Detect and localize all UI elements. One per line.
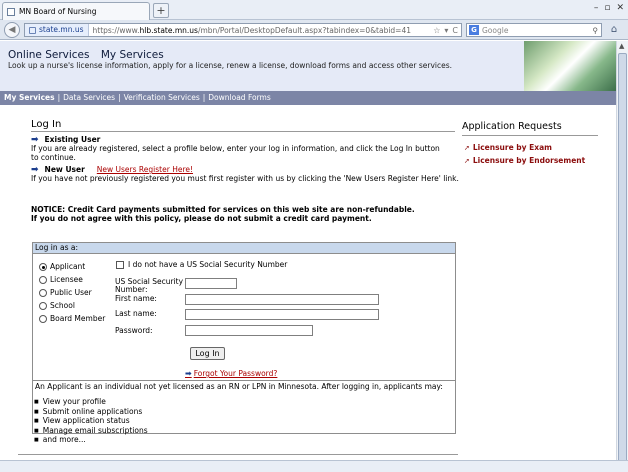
existing-user-text: If you are already registered, select a … (31, 144, 440, 162)
menu-item-my-services[interactable]: My Services (4, 93, 55, 102)
header-tagline: Look up a nurse's license information, a… (8, 61, 453, 70)
link-text: Licensure by Endorsement (472, 156, 586, 165)
globe-icon (29, 26, 36, 34)
browser-tab[interactable]: MN Board of Nursing (2, 2, 150, 20)
menu-item-verification-services[interactable]: Verification Services (124, 93, 200, 102)
vertical-scrollbar[interactable]: ▲ (616, 41, 628, 463)
scrollbar-thumb[interactable] (618, 53, 627, 463)
tab-title: MN Board of Nursing (19, 7, 97, 16)
profile-radio-school[interactable]: School (39, 301, 75, 310)
licensure-by-endorsement-link[interactable]: ➚ Licensure by Endorsement (464, 156, 585, 165)
arrow-right-icon: ➚ (464, 143, 470, 152)
url-host: hlb.state.mn.us (139, 25, 198, 35)
application-requests-title: Application Requests (462, 121, 562, 132)
last-name-field[interactable] (185, 309, 379, 320)
google-logo-icon: G (469, 25, 479, 35)
header-services: Online Services My Services (8, 49, 172, 61)
home-icon[interactable]: ⌂ (607, 23, 621, 37)
password-label: Password: (115, 326, 153, 335)
link-text: Licensure by Exam (472, 143, 553, 152)
login-divider (31, 131, 455, 132)
no-ssn-checkbox[interactable]: I do not have a US Social Security Numbe… (116, 260, 287, 269)
radio-icon (39, 275, 47, 284)
notice-line-1: NOTICE: Credit Card payments submitted f… (31, 205, 415, 214)
sidebar-divider (462, 135, 598, 136)
profile-radio-board-member[interactable]: Board Member (39, 314, 105, 323)
search-input[interactable]: G Google ⚲ (466, 23, 602, 37)
browser-titlebar: MN Board of Nursing + – ▫ ✕ (0, 0, 628, 20)
my-services-title: My Services (100, 49, 164, 61)
site-identity-badge[interactable]: state.mn.us (25, 24, 89, 36)
profile-radio-public-user[interactable]: Public User (39, 288, 92, 297)
last-name-label: Last name: (115, 309, 157, 318)
services-menu: My Services | Data Services | Verification S… (0, 91, 616, 105)
menu-separator: | (118, 93, 121, 102)
ssn-field[interactable] (185, 278, 237, 289)
first-name-label: First name: (115, 294, 157, 303)
login-button[interactable]: Log In (190, 347, 225, 360)
radio-label: Licensee (50, 275, 83, 284)
page-favicon-icon (7, 7, 15, 16)
new-user-text: If you have not previously registered yo… (31, 174, 459, 183)
status-bar (0, 460, 628, 472)
applicant-bullet-list: View your profile Submit online applicat… (34, 398, 148, 446)
window-controls: – ▫ ✕ (594, 3, 624, 13)
radio-icon (39, 301, 47, 310)
password-field[interactable] (185, 325, 313, 336)
forgot-password-link[interactable]: ➡ Forgot Your Password? (185, 369, 277, 378)
radio-icon (39, 314, 47, 323)
radio-label: School (50, 301, 75, 310)
scroll-up-icon[interactable]: ▲ (619, 42, 624, 50)
radio-icon (39, 288, 47, 297)
radio-selected-icon (39, 262, 47, 271)
notice-line-2: If you do not agree with this policy, pl… (31, 214, 372, 223)
arrow-right-icon: ➚ (464, 156, 470, 165)
back-button[interactable]: ◀ (4, 22, 20, 38)
url-icons: ☆ ▾ C (433, 26, 461, 35)
radio-label: Board Member (50, 314, 106, 323)
search-icon[interactable]: ⚲ (593, 26, 602, 35)
profile-radio-licensee[interactable]: Licensee (39, 275, 83, 284)
form-heading: Log in as a: (33, 243, 455, 254)
list-item: and more... (34, 436, 148, 446)
menu-separator: | (57, 93, 61, 102)
header-photo (524, 41, 616, 91)
profile-radio-applicant[interactable]: Applicant (39, 262, 85, 271)
no-ssn-label: I do not have a US Social Security Numbe… (128, 260, 288, 269)
close-icon[interactable]: ✕ (616, 3, 624, 13)
minimize-icon[interactable]: – (594, 3, 599, 13)
applicant-note: An Applicant is an individual not yet li… (33, 380, 455, 393)
url-path: /mbn/Portal/DesktopDefault.aspx?tabindex… (197, 25, 412, 35)
checkbox-icon (116, 260, 124, 269)
url-prefix: https://www. (92, 25, 140, 35)
history-dropdown-icon[interactable]: ▾ (444, 26, 448, 35)
login-form: Log in as a: Applicant Licensee Public U… (32, 242, 456, 443)
arrow-right-icon: ➡ (185, 369, 192, 378)
ssn-label: US Social Security Number: (115, 277, 184, 294)
footer-divider (18, 454, 458, 455)
login-title: Log In (31, 119, 62, 130)
radio-label: Public User (50, 288, 92, 297)
payment-notice: NOTICE: Credit Card payments submitted f… (31, 205, 415, 223)
site-header: Online Services My Services Look up a nu… (0, 41, 616, 91)
online-services-title: Online Services (8, 49, 90, 61)
page-content: Online Services My Services Look up a nu… (0, 41, 616, 472)
address-bar[interactable]: state.mn.us https://www. hlb.state.mn.us… (24, 23, 462, 37)
browser-navbar: ◀ state.mn.us https://www. hlb.state.mn.… (0, 20, 628, 40)
bookmark-star-icon[interactable]: ☆ (433, 26, 440, 35)
new-tab-button[interactable]: + (153, 3, 169, 18)
search-placeholder: Google (482, 25, 509, 35)
menu-separator: | (202, 93, 206, 102)
radio-label: Applicant (50, 262, 86, 271)
forgot-password-text: Forgot Your Password? (193, 369, 278, 378)
site-identity-text: state.mn.us (39, 25, 84, 34)
maximize-icon[interactable]: ▫ (604, 3, 610, 13)
menu-item-download-forms[interactable]: Download Forms (208, 93, 270, 102)
first-name-field[interactable] (185, 294, 379, 305)
reload-icon[interactable]: C (452, 26, 458, 35)
menu-item-data-services[interactable]: Data Services (63, 93, 115, 102)
licensure-by-exam-link[interactable]: ➚ Licensure by Exam (464, 143, 552, 152)
existing-user-label: Existing User (44, 135, 101, 144)
